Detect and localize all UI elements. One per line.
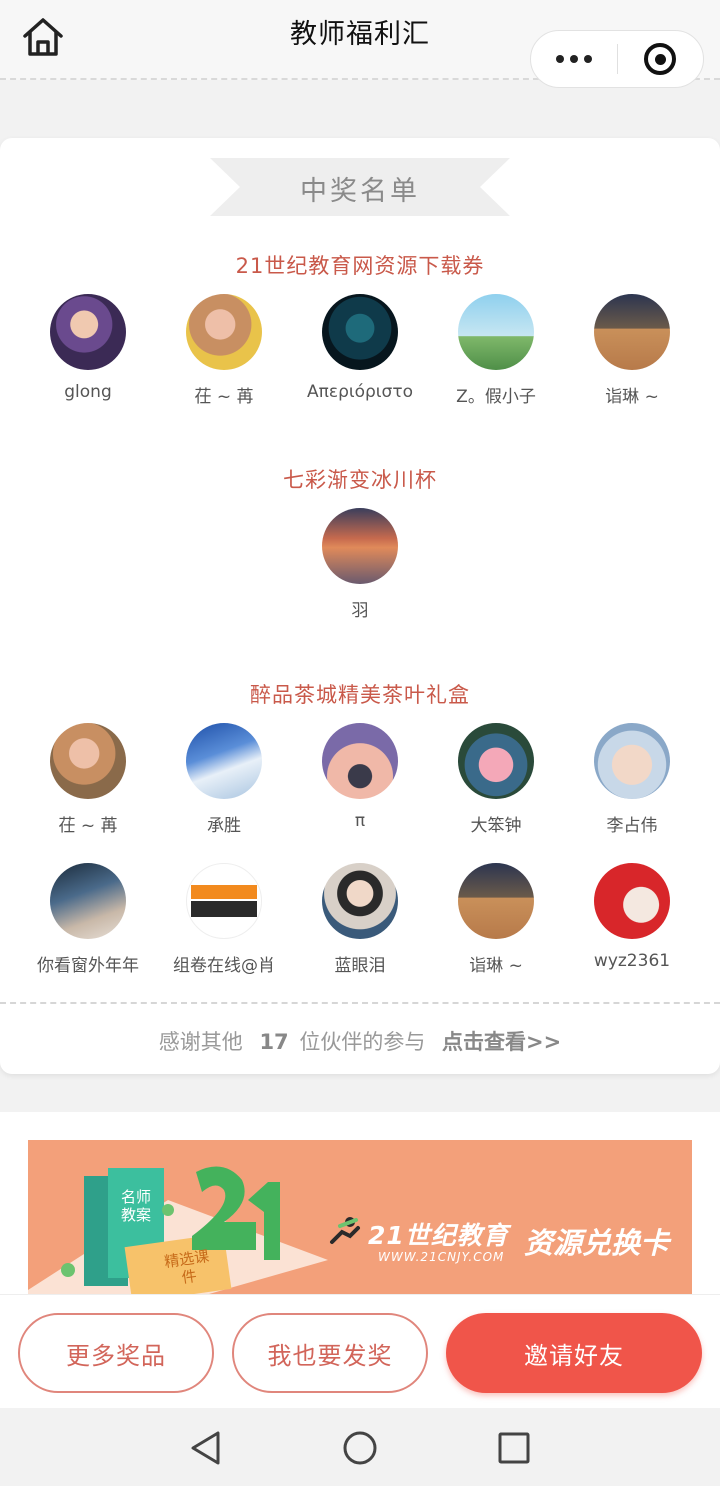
winner-name: Z。假小子 bbox=[456, 387, 536, 407]
back-triangle-icon bbox=[191, 1431, 220, 1465]
recents-square-icon bbox=[498, 1432, 530, 1464]
more-dot bbox=[569, 55, 578, 63]
close-button[interactable] bbox=[618, 31, 704, 87]
avatar bbox=[594, 723, 670, 799]
winner-name: 羽 bbox=[351, 601, 369, 621]
avatar bbox=[186, 723, 262, 799]
winner-item[interactable]: 李占伟 bbox=[564, 723, 700, 836]
banner-book-b: 精选课件 bbox=[163, 1247, 211, 1287]
winner-item[interactable]: 羽 bbox=[292, 508, 428, 621]
winner-name: 诣琳 ~ bbox=[469, 956, 523, 976]
bottom-action-bar: 更多奖品 我也要发奖 邀请好友 bbox=[0, 1294, 720, 1408]
mini-program-capsule bbox=[530, 30, 704, 88]
winner-item[interactable]: π bbox=[292, 723, 428, 831]
avatar bbox=[458, 294, 534, 370]
home-system-button[interactable] bbox=[342, 1430, 378, 1466]
winner-name: 茌 ~ 苒 bbox=[58, 816, 118, 836]
more-prizes-button[interactable]: 更多奖品 bbox=[18, 1313, 214, 1393]
prize-title: 醉品茶城精美茶叶礼盒 bbox=[250, 683, 470, 707]
back-button[interactable] bbox=[188, 1430, 224, 1466]
more-dots-icon bbox=[555, 55, 564, 63]
winner-item[interactable]: 大笨钟 bbox=[428, 723, 564, 836]
winner-item[interactable]: 组卷在线@肖 bbox=[156, 863, 292, 976]
give-prize-button[interactable]: 我也要发奖 bbox=[232, 1313, 428, 1393]
more-button[interactable] bbox=[531, 31, 617, 87]
winner-name: 李占伟 bbox=[606, 816, 658, 836]
avatar bbox=[458, 863, 534, 939]
winner-item[interactable]: 诣琳 ~ bbox=[428, 863, 564, 976]
winner-item[interactable]: glong bbox=[20, 294, 156, 402]
winner-name: π bbox=[354, 811, 366, 831]
resource-card-banner[interactable]: 名师教案 精选课件 21 21世纪教育 WWW.21CNJY.COM 资源兑换卡 bbox=[28, 1140, 692, 1300]
avatar bbox=[50, 863, 126, 939]
banner-slogan: 资源兑换卡 bbox=[524, 1226, 670, 1260]
winner-name: wyz2361 bbox=[593, 951, 671, 971]
prize-title: 七彩渐变冰川杯 bbox=[283, 468, 437, 492]
prize-title: 21世纪教育网资源下载券 bbox=[235, 254, 485, 278]
avatar bbox=[322, 863, 398, 939]
winner-item[interactable]: 蓝眼泪 bbox=[292, 863, 428, 976]
top-nav-bar: 教师福利汇 bbox=[0, 0, 720, 88]
avatar bbox=[322, 508, 398, 584]
recents-button[interactable] bbox=[496, 1430, 532, 1466]
winner-item[interactable]: Απεριόριστο bbox=[292, 294, 428, 402]
thanks-suffix: 位伙伴的参与 bbox=[299, 1030, 426, 1054]
avatar bbox=[322, 294, 398, 370]
thanks-count: 17 bbox=[259, 1030, 289, 1054]
winner-name: glong bbox=[64, 382, 112, 402]
winner-item[interactable]: 诣琳 ~ bbox=[564, 294, 700, 407]
thanks-row[interactable]: 感谢其他 17 位伙伴的参与 点击查看>> bbox=[0, 1026, 720, 1056]
winner-name: 诣琳 ~ bbox=[605, 387, 659, 407]
winner-item[interactable]: 茌 ~ 苒 bbox=[20, 723, 156, 836]
winner-name: 承胜 bbox=[207, 816, 241, 836]
winner-item[interactable]: wyz2361 bbox=[564, 863, 700, 971]
system-nav-bar bbox=[0, 1408, 720, 1486]
thanks-prefix: 感谢其他 bbox=[158, 1030, 243, 1054]
avatar bbox=[322, 723, 398, 799]
banner-url: WWW.21CNJY.COM bbox=[378, 1250, 505, 1264]
more-dot bbox=[583, 55, 592, 63]
banner-book-a: 名师教案 bbox=[120, 1188, 151, 1224]
winners-heading-ribbon: 中奖名单 bbox=[210, 158, 510, 216]
avatar bbox=[50, 723, 126, 799]
banner-brand: 21世纪教育 bbox=[368, 1221, 509, 1250]
winner-item[interactable]: 承胜 bbox=[156, 723, 292, 836]
winner-name: 茌 ~ 苒 bbox=[194, 387, 254, 407]
avatar bbox=[594, 294, 670, 370]
winners-heading: 中奖名单 bbox=[300, 176, 420, 207]
avatar bbox=[186, 863, 262, 939]
divider bbox=[0, 1002, 720, 1004]
winner-name: 蓝眼泪 bbox=[334, 956, 386, 976]
home-circle-icon bbox=[343, 1431, 377, 1465]
avatar bbox=[186, 294, 262, 370]
invite-friends-button[interactable]: 邀请好友 bbox=[446, 1313, 702, 1393]
winner-name: 大笨钟 bbox=[470, 816, 522, 836]
avatar bbox=[594, 863, 670, 939]
winner-name: Απεριόριστο bbox=[307, 382, 413, 402]
close-target-icon bbox=[644, 43, 677, 75]
view-all-link[interactable]: 点击查看>> bbox=[442, 1030, 561, 1054]
brand-logo-icon bbox=[328, 1216, 364, 1248]
winner-item[interactable]: Z。假小子 bbox=[428, 294, 564, 407]
avatar bbox=[458, 723, 534, 799]
winner-name: 组卷在线@肖 bbox=[173, 956, 275, 976]
winner-item[interactable]: 茌 ~ 苒 bbox=[156, 294, 292, 407]
zujuan-logo-icon bbox=[191, 885, 257, 917]
winner-item[interactable]: 你看窗外年年 bbox=[20, 863, 156, 976]
winner-name: 你看窗外年年 bbox=[37, 956, 139, 976]
avatar bbox=[50, 294, 126, 370]
winners-card: 中奖名单 21世纪教育网资源下载券 glong 茌 ~ 苒 Απεριόριστ… bbox=[0, 138, 720, 1074]
